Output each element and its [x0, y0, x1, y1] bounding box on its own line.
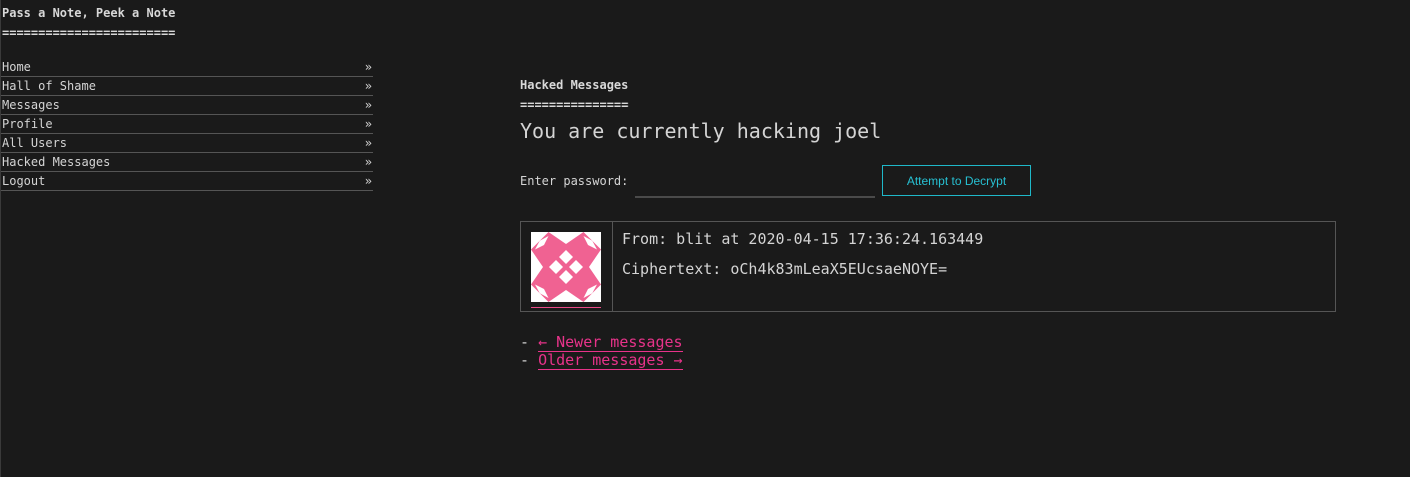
avatar-cell [521, 222, 613, 311]
nav-item-label: Home [2, 60, 31, 74]
sidebar: Pass a Note, Peek a Note ===============… [0, 0, 373, 477]
chevron-right-icon: » [364, 136, 372, 150]
password-label: Enter password: [520, 174, 629, 188]
chevron-right-icon: » [364, 155, 372, 169]
chevron-right-icon: » [364, 117, 372, 131]
page-title-rule: ================ [520, 98, 629, 112]
message-ciphertext: Ciphertext: oCh4k83mLeaX5EUcsaeNOYE= [622, 260, 948, 278]
message-sender: From: blit at 2020-04-15 17:36:24.163449 [622, 230, 984, 248]
message-card: From: blit at 2020-04-15 17:36:24.163449… [520, 221, 1336, 312]
chevron-right-icon: » [364, 174, 372, 188]
page-title: Hacked Messages [520, 78, 629, 92]
nav-item-all-users[interactable]: All Users » [1, 134, 373, 153]
decrypt-button[interactable]: Attempt to Decrypt [882, 165, 1031, 196]
pagination: - ← Newer messages - Older messages → [520, 333, 683, 370]
hacking-target-text: You are currently hacking joel [520, 119, 882, 143]
nav-item-label: Hacked Messages [2, 155, 111, 169]
list-bullet: - [520, 351, 530, 369]
nav-item-home[interactable]: Home » [1, 58, 373, 77]
identicon-avatar-icon[interactable] [531, 232, 601, 302]
chevron-right-icon: » [364, 60, 372, 74]
nav-item-label: Logout [2, 174, 46, 188]
nav-item-hall-of-shame[interactable]: Hall of Shame » [1, 77, 373, 96]
avatar-link-underline [531, 307, 601, 308]
pager-row-newer: - ← Newer messages [520, 333, 683, 352]
list-bullet: - [520, 333, 530, 351]
nav-item-logout[interactable]: Logout » [1, 172, 373, 191]
site-title: Pass a Note, Peek a Note [2, 6, 176, 20]
site-title-rule: ======================== [2, 26, 176, 40]
older-messages-link[interactable]: Older messages → [538, 351, 683, 370]
newer-messages-link[interactable]: ← Newer messages [538, 333, 683, 352]
nav-item-label: Messages [2, 98, 60, 112]
password-field[interactable] [635, 168, 875, 198]
chevron-right-icon: » [364, 79, 372, 93]
nav-item-hacked-messages[interactable]: Hacked Messages » [1, 153, 373, 172]
nav-item-label: Hall of Shame [2, 79, 96, 93]
chevron-right-icon: » [364, 98, 372, 112]
nav-menu: Home » Hall of Shame » Messages » Profil… [1, 58, 373, 191]
nav-item-messages[interactable]: Messages » [1, 96, 373, 115]
nav-item-label: Profile [2, 117, 53, 131]
pager-row-older: - Older messages → [520, 351, 683, 370]
nav-item-profile[interactable]: Profile » [1, 115, 373, 134]
nav-item-label: All Users [2, 136, 68, 150]
